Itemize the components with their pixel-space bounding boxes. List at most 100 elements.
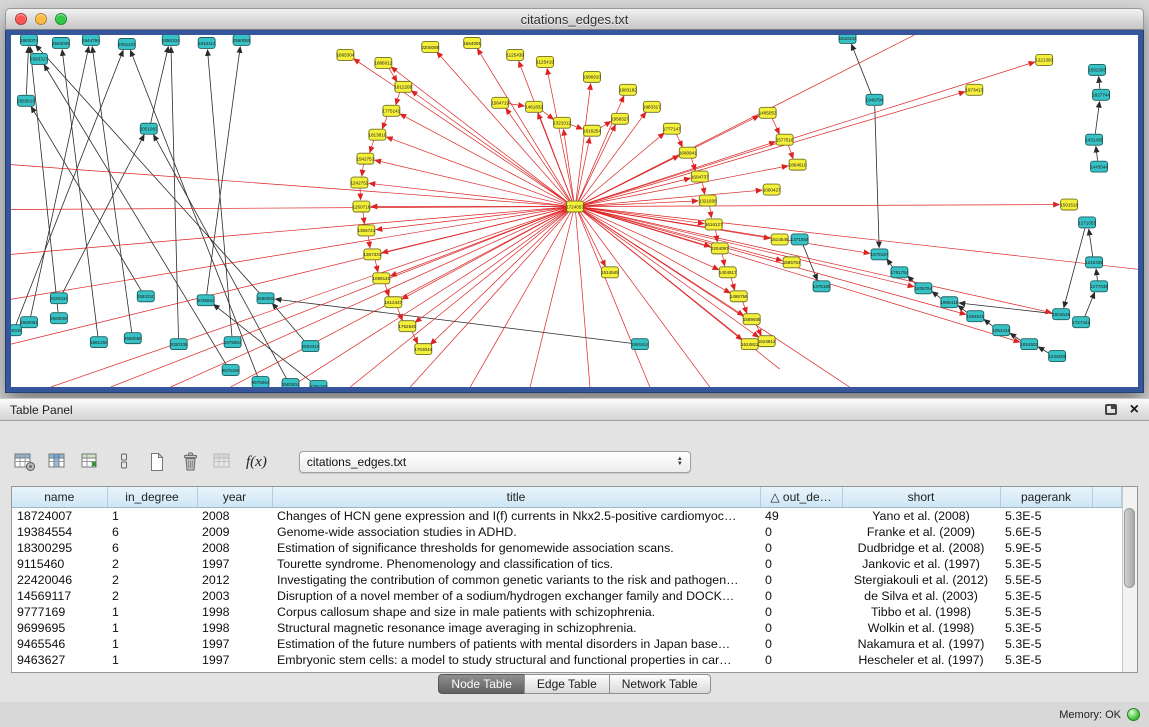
table-row[interactable]: 911546021997Tourette syndrome. Phenomeno… [12,556,1122,572]
window-titlebar[interactable]: citations_edges.txt [5,8,1144,30]
graph-node-yellow[interactable]: 1983317 [643,101,661,112]
cell-title[interactable]: Corpus callosum shape and size in male p… [272,604,760,620]
graph-node-teal[interactable]: 1210435 [1085,257,1103,268]
graph-node-teal[interactable]: 9975554 [252,377,270,387]
graph-node-teal[interactable]: 2020338 [170,339,188,350]
graph-node-teal[interactable]: 2583009 [50,313,68,324]
graph-edge[interactable] [1099,77,1100,89]
graph-node-teal[interactable]: 1094541 [966,311,984,322]
cell-in_degree[interactable]: 1 [107,636,197,652]
graph-edge[interactable] [1095,102,1099,134]
cell-title[interactable]: Genome-wide association studies in ADHD. [272,524,760,540]
cell-pagerank[interactable]: 5.3E-5 [1000,588,1092,604]
graph-edge[interactable] [1010,333,1022,341]
cell-in_degree[interactable]: 2 [107,588,197,604]
graph-node-yellow[interactable]: 1461832 [525,101,543,112]
cell-short[interactable]: Stergiakouli et al. (2012) [842,572,1000,588]
graph-edge[interactable] [415,210,568,322]
graph-node-teal[interactable]: 1727442 [1072,317,1090,328]
graph-node-teal[interactable]: 1835754 [914,283,932,294]
graph-edge[interactable] [576,212,590,387]
graph-node-yellow[interactable]: 1680941 [679,147,697,158]
graph-edge[interactable] [431,211,570,345]
cell-name[interactable]: 19384554 [12,524,107,540]
cell-year[interactable]: 2009 [197,524,272,540]
graph-node-yellow[interactable]: 1542751 [356,153,374,164]
tab-node-table[interactable]: Node Table [438,674,525,694]
cell-name[interactable]: 9465546 [12,636,107,652]
graph-edge[interactable] [1089,229,1093,256]
graph-edge[interactable] [370,140,374,152]
graph-edge[interactable] [275,299,632,343]
graph-edge[interactable] [36,45,260,294]
cell-name[interactable]: 9463627 [12,652,107,668]
cell-short[interactable]: Dudbridge et al. (2008) [842,540,1000,556]
graph-node-yellow[interactable]: 1221393 [1035,54,1053,65]
graph-edge[interactable] [803,245,817,280]
scrollbar-thumb[interactable] [1124,508,1135,588]
table-row[interactable]: 946554611997Estimation of the future num… [12,636,1122,652]
cell-short[interactable]: Nakamura et al. (1997) [842,636,1000,652]
cell-in_degree[interactable]: 2 [107,556,197,572]
graph-node-teal[interactable]: 1504545 [1052,309,1070,320]
cell-short[interactable]: Yano et al. (2008) [842,507,1000,524]
cell-name[interactable]: 18300295 [12,540,107,556]
graph-edge[interactable] [852,44,872,94]
cell-pagerank[interactable]: 5.6E-5 [1000,524,1092,540]
table-row[interactable]: 1938455462009Genome-wide association stu… [12,524,1122,540]
column-header-in_degree[interactable]: in_degree [107,487,197,507]
graph-node-yellow[interactable]: 1813810 [368,129,386,140]
graph-node-yellow[interactable]: 1616127 [705,219,723,230]
graph-edge[interactable] [369,183,567,206]
delete-trash-icon[interactable] [177,449,203,475]
cell-year[interactable]: 2003 [197,588,272,604]
graph-edge[interactable] [772,118,779,134]
graph-edge[interactable] [111,209,568,387]
graph-edge[interactable] [51,208,568,387]
cell-in_degree[interactable]: 1 [107,652,197,668]
graph-node-yellow[interactable]: 1591518 [1060,199,1078,210]
graph-edge[interactable] [743,301,747,313]
graph-edge[interactable] [788,145,793,158]
graph-node-yellow[interactable]: 1242752 [350,177,368,188]
table-row[interactable]: 2242004622012Investigating the contribut… [12,572,1122,588]
network-canvas[interactable]: 1863074258300519447942051103185810418181… [11,35,1138,387]
zoom-window-icon[interactable] [55,13,67,25]
graph-node-yellow[interactable]: 1514549 [771,234,789,245]
cell-title[interactable]: Embryonic stem cells: a model to study s… [272,652,760,668]
graph-edge[interactable] [207,47,240,294]
graph-node-teal[interactable]: 1818114 [198,37,216,48]
graph-node-teal[interactable]: 2593319 [302,341,320,352]
graph-node-teal[interactable]: 2020331 [50,293,68,304]
graph-node-teal[interactable]: 1863074 [20,35,38,45]
cell-title[interactable]: Disruption of a novel member of a sodium… [272,588,760,604]
graph-edge[interactable] [375,260,378,272]
graph-edge[interactable] [1064,228,1085,307]
cell-pagerank[interactable]: 5.3E-5 [1000,556,1092,572]
table-scroll-region[interactable]: namein_degreeyeartitle△ out_de…shortpage… [12,487,1122,672]
cell-pagerank[interactable]: 5.9E-5 [1000,540,1092,556]
cell-title[interactable]: Estimation of the future numbers of pati… [272,636,760,652]
cell-out_degree[interactable]: 0 [760,540,842,556]
graph-node-yellow[interactable]: 1604737 [691,171,709,182]
new-document-icon[interactable] [144,449,170,475]
cell-out_degree[interactable]: 0 [760,652,842,668]
graph-node-yellow[interactable]: 1865304 [336,49,354,60]
graph-edge[interactable] [350,210,568,387]
graph-edge[interactable] [470,212,571,387]
graph-node-teal[interactable]: 2051903 [140,123,158,134]
graph-node-yellow[interactable]: 1983182 [619,84,637,95]
graph-edge[interactable] [530,212,573,387]
graph-node-teal[interactable]: 1375189 [813,281,831,292]
graph-edge[interactable] [360,189,361,200]
close-panel-icon[interactable]: × [1130,402,1139,418]
graph-node-teal[interactable]: 2593317 [30,53,48,64]
graph-node-teal[interactable]: 1924502 [1020,339,1038,350]
cell-in_degree[interactable]: 1 [107,620,197,636]
graph-node-teal[interactable]: 1679197 [871,249,889,260]
graph-edge[interactable] [583,166,788,205]
cell-out_degree[interactable]: 0 [760,524,842,540]
graph-node-yellow[interactable]: 1485053 [759,107,777,118]
graph-edge[interactable] [30,47,58,312]
graph-edge[interactable] [151,47,169,123]
